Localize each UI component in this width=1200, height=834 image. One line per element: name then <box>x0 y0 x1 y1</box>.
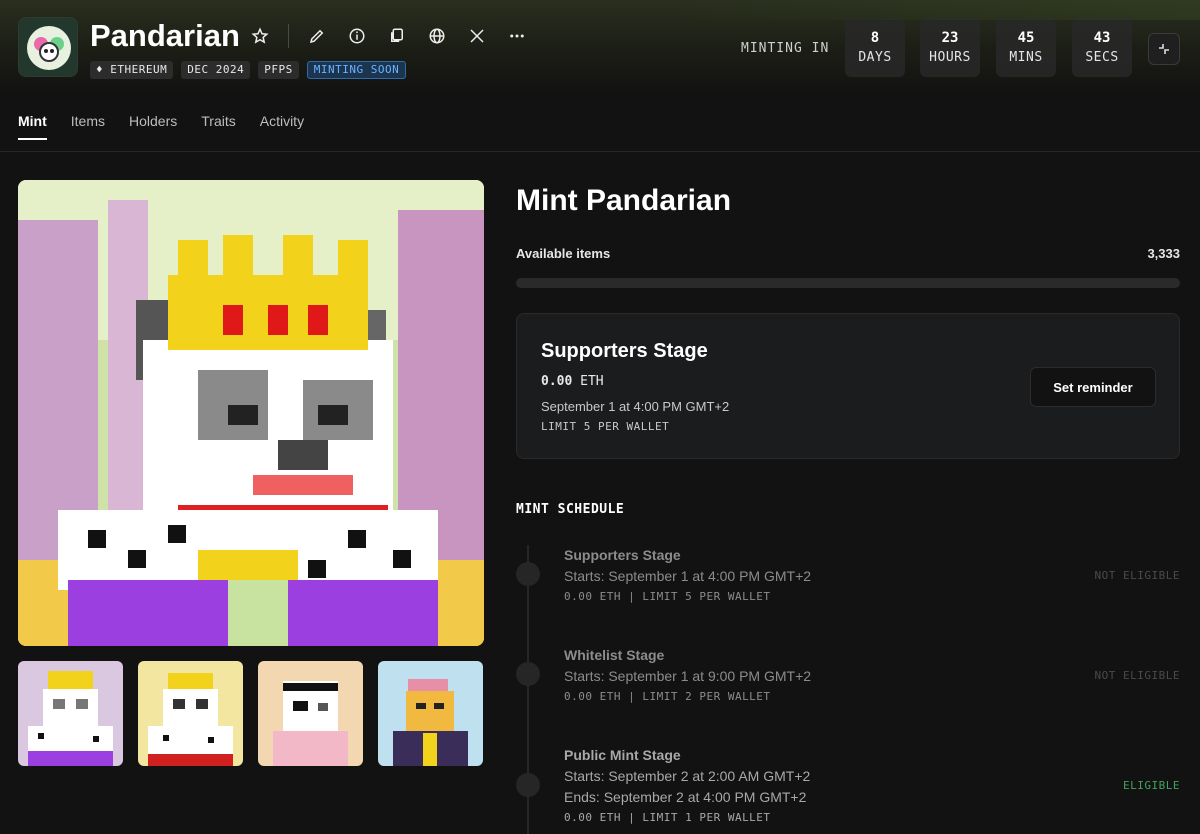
tab-holders[interactable]: Holders <box>129 113 177 140</box>
schedule-end: Ends: September 2 at 4:00 PM GMT+2 <box>564 789 807 805</box>
schedule-price-limit: 0.00 ETH | LIMIT 2 PER WALLET <box>564 690 771 703</box>
countdown-hours: 23 HOURS <box>920 19 980 77</box>
stage-price-currency: ETH <box>580 374 604 389</box>
edit-icon[interactable] <box>305 24 329 48</box>
collection-tabs: Mint Items Holders Traits Activity <box>18 113 328 140</box>
available-items-label: Available items <box>516 246 611 261</box>
schedule-start: Starts: September 1 at 9:00 PM GMT+2 <box>564 668 812 684</box>
countdown-label: MINTING IN <box>741 41 830 56</box>
eligibility-status: ELIGIBLE <box>1123 779 1180 792</box>
schedule-stage-name: Whitelist Stage <box>564 647 665 663</box>
schedule-item: Supporters Stage Starts: September 1 at … <box>564 547 811 603</box>
info-icon[interactable] <box>345 24 369 48</box>
status-badge: MINTING SOON <box>306 61 407 79</box>
collection-header: Pandarian ♦ ETHEREUM DEC 2024 PFPS MINTI… <box>0 0 1200 95</box>
available-items-value: 3,333 <box>1147 246 1180 261</box>
current-stage-card: Supporters Stage 0.00 ETH September 1 at… <box>516 313 1180 459</box>
x-icon[interactable] <box>465 24 489 48</box>
schedule-item: Whitelist Stage Starts: September 1 at 9… <box>564 647 811 703</box>
mint-progress-bar <box>516 278 1180 288</box>
nft-thumbnail[interactable] <box>378 661 483 766</box>
star-icon[interactable] <box>248 24 272 48</box>
eligibility-status: NOT ELIGIBLE <box>1094 669 1180 682</box>
chain-badge: ♦ ETHEREUM <box>90 61 174 79</box>
featured-nft-image <box>18 180 484 646</box>
countdown-unit: HOURS <box>929 50 971 65</box>
stage-date: September 1 at 4:00 PM GMT+2 <box>541 399 730 414</box>
countdown-value: 43 <box>1093 30 1111 46</box>
collapse-button[interactable] <box>1148 33 1180 65</box>
globe-icon[interactable] <box>425 24 449 48</box>
collection-badges: ♦ ETHEREUM DEC 2024 PFPS MINTING SOON <box>90 61 414 79</box>
set-reminder-button[interactable]: Set reminder <box>1030 367 1156 407</box>
schedule-price-limit: 0.00 ETH | LIMIT 1 PER WALLET <box>564 811 771 824</box>
schedule-stage-name: Public Mint Stage <box>564 747 681 763</box>
collection-title: Pandarian <box>90 18 240 53</box>
timeline-dot <box>516 562 540 586</box>
countdown-unit: MINS <box>1009 50 1043 65</box>
timeline-dot <box>516 662 540 686</box>
eligibility-status: NOT ELIGIBLE <box>1094 569 1180 582</box>
tab-items[interactable]: Items <box>71 113 105 140</box>
schedule-stage-name: Supporters Stage <box>564 547 681 563</box>
schedule-price-limit: 0.00 ETH | LIMIT 5 PER WALLET <box>564 590 771 603</box>
countdown-value: 45 <box>1017 30 1035 46</box>
countdown-value: 8 <box>870 30 880 46</box>
tab-activity[interactable]: Activity <box>260 113 304 140</box>
countdown-unit: DAYS <box>858 50 892 65</box>
tab-traits[interactable]: Traits <box>201 113 235 140</box>
stage-price: 0.00 ETH <box>541 374 604 389</box>
copy-icon[interactable] <box>385 24 409 48</box>
countdown-unit: SECS <box>1085 50 1119 65</box>
schedule-item: Public Mint Stage Starts: September 2 at… <box>564 747 810 824</box>
countdown-value: 23 <box>941 30 959 46</box>
timeline-dot <box>516 773 540 797</box>
stage-name: Supporters Stage <box>541 340 708 362</box>
mint-title: Mint Pandarian <box>516 184 732 217</box>
stage-limit: LIMIT 5 PER WALLET <box>541 420 670 433</box>
header-divider <box>288 24 289 48</box>
mint-schedule-heading: MINT SCHEDULE <box>516 502 625 517</box>
collection-logo <box>18 17 78 77</box>
category-badge: PFPS <box>258 61 299 79</box>
schedule-start: Starts: September 2 at 2:00 AM GMT+2 <box>564 768 811 784</box>
tab-divider <box>0 151 1200 152</box>
countdown-secs: 43 SECS <box>1072 19 1132 77</box>
stage-price-value: 0.00 <box>541 374 573 389</box>
tab-mint[interactable]: Mint <box>18 113 47 140</box>
countdown-days: 8 DAYS <box>845 19 905 77</box>
nft-thumbnail[interactable] <box>138 661 243 766</box>
more-icon[interactable] <box>505 24 529 48</box>
countdown-mins: 45 MINS <box>996 19 1056 77</box>
nft-thumbnail[interactable] <box>258 661 363 766</box>
date-badge: DEC 2024 <box>181 61 251 79</box>
nft-thumbnail[interactable] <box>18 661 123 766</box>
schedule-start: Starts: September 1 at 4:00 PM GMT+2 <box>564 568 812 584</box>
